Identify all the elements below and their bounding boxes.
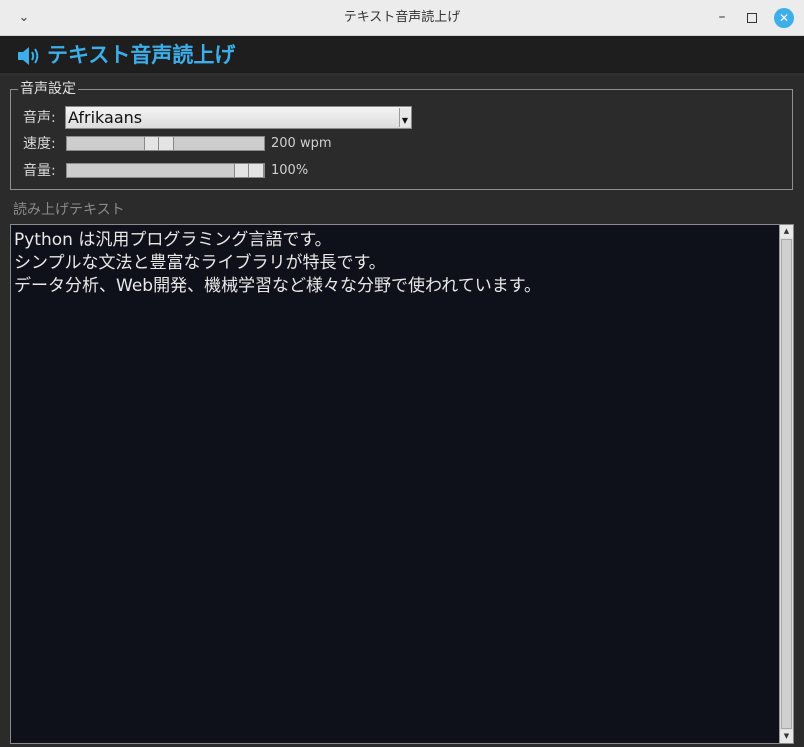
volume-value: 100%	[271, 163, 309, 178]
maximize-icon	[747, 13, 757, 23]
voice-select-value: Afrikaans	[68, 108, 143, 127]
text-content: Python は汎用プログラミング言語です。 シンプルな文法と豊富なライブラリが…	[14, 229, 541, 298]
text-line: シンプルな文法と豊富なライブラリが特長です。	[14, 253, 386, 273]
speaker-icon	[18, 47, 39, 65]
volume-slider-thumb[interactable]	[234, 164, 264, 177]
scroll-up-icon[interactable]: ▲	[780, 225, 793, 238]
settings-legend: 音声設定	[18, 81, 78, 97]
text-line: Python は汎用プログラミング言語です。	[14, 230, 332, 250]
speed-label: 速度:	[23, 136, 56, 152]
voice-label: 音声:	[23, 110, 56, 126]
volume-slider[interactable]	[66, 163, 265, 178]
maximize-button[interactable]	[742, 8, 762, 28]
volume-label: 音量:	[23, 163, 56, 179]
speed-value: 200 wpm	[271, 136, 332, 151]
scroll-down-icon[interactable]: ▼	[780, 730, 793, 743]
speed-slider-thumb[interactable]	[144, 137, 174, 150]
text-section-label: 読み上げテキスト	[13, 202, 125, 218]
text-input[interactable]: Python は汎用プログラミング言語です。 シンプルな文法と豊富なライブラリが…	[10, 224, 794, 744]
close-button[interactable]: ✕	[774, 8, 794, 28]
vertical-scrollbar[interactable]: ▲ ▼	[779, 225, 793, 743]
voice-select[interactable]: Afrikaans ▼	[65, 106, 412, 129]
window-title: テキスト音声読上げ	[343, 10, 461, 25]
app-title: テキスト音声読上げ	[47, 43, 236, 67]
dropdown-arrow-icon[interactable]: ▼	[399, 108, 410, 127]
speed-slider[interactable]	[66, 136, 265, 151]
minimize-button[interactable]: –	[712, 8, 732, 28]
scrollbar-thumb[interactable]	[781, 239, 792, 729]
app-header: テキスト音声読上げ	[0, 36, 804, 76]
text-line: データ分析、Web開発、機械学習など様々な分野で使われています。	[14, 276, 542, 296]
title-bar: ⌄ テキスト音声読上げ – ✕	[0, 0, 804, 36]
